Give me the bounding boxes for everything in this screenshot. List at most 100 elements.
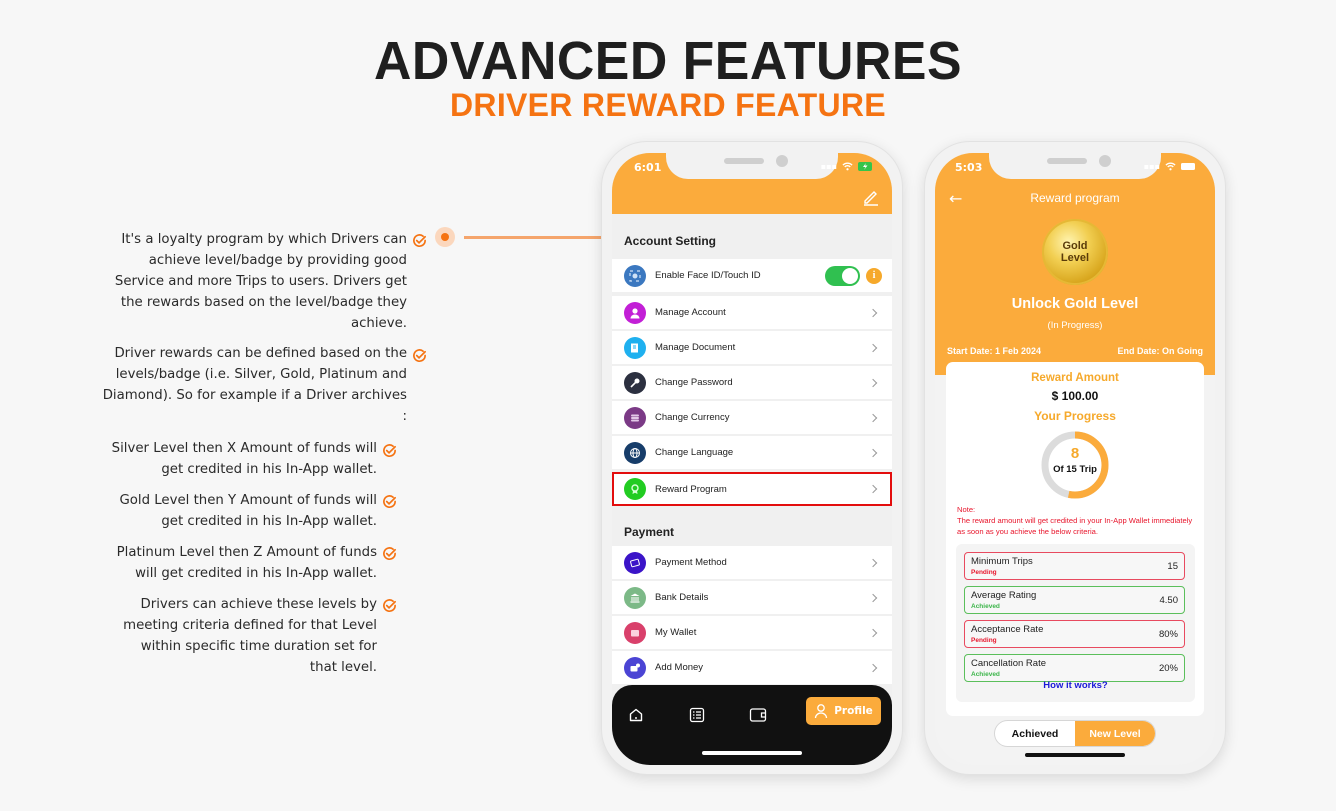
chevron-right-icon bbox=[868, 558, 878, 567]
chevron-right-icon bbox=[868, 343, 878, 352]
page-subtitle: DRIVER REWARD FEATURE bbox=[450, 87, 886, 123]
tab-new-level[interactable]: New Level bbox=[1075, 721, 1155, 746]
how-it-works-link[interactable]: How it works? bbox=[956, 680, 1195, 691]
add-money-icon bbox=[624, 656, 646, 679]
status-time: 5:03 bbox=[955, 161, 983, 174]
check-circle-icon bbox=[383, 547, 396, 560]
screen-title: Reward program bbox=[1030, 191, 1120, 205]
wallet-icon bbox=[624, 621, 646, 644]
currency-icon bbox=[624, 406, 646, 429]
wallet-icon[interactable] bbox=[749, 707, 767, 723]
wifi-icon bbox=[1165, 162, 1176, 171]
reward-card: Reward Amount $ 100.00 Your Progress 8 O… bbox=[946, 362, 1204, 716]
signal-icon: ▪▪▪ bbox=[820, 162, 837, 171]
criteria-value: 4.50 bbox=[1159, 595, 1179, 606]
gold-medal-badge: Gold Level bbox=[1042, 219, 1108, 285]
signal-icon: ▪▪▪ bbox=[1143, 162, 1160, 171]
criteria-status: Pending bbox=[971, 569, 997, 576]
wifi-icon bbox=[842, 162, 853, 171]
status-icons: ▪▪▪ bbox=[1144, 162, 1197, 171]
page-title: ADVANCED FEATURES bbox=[373, 31, 963, 91]
face-id-toggle[interactable] bbox=[825, 265, 860, 286]
settings-row-add-money[interactable]: Add Money bbox=[612, 651, 892, 684]
criteria-value: 15 bbox=[1167, 561, 1178, 572]
criteria-item: Average Rating Achieved 4.50 bbox=[964, 586, 1185, 614]
bank-icon bbox=[624, 586, 646, 609]
battery-icon bbox=[1181, 163, 1195, 170]
face-id-icon bbox=[624, 264, 646, 287]
globe-icon bbox=[624, 441, 646, 464]
feature-text: Driver rewards can be defined based on t… bbox=[102, 346, 407, 424]
chevron-right-icon bbox=[868, 448, 878, 457]
settings-row-label: Add Money bbox=[655, 662, 704, 673]
end-date: End Date: On Going bbox=[1117, 346, 1204, 356]
start-date: Start Date: 1 Feb 2024 bbox=[947, 346, 1042, 356]
settings-row-change-password[interactable]: Change Password bbox=[612, 366, 892, 399]
settings-row-label: Manage Account bbox=[655, 307, 726, 318]
tab-achieved[interactable]: Achieved bbox=[995, 721, 1075, 746]
card-icon bbox=[624, 551, 646, 574]
check-circle-icon bbox=[383, 444, 396, 457]
medal-text: Gold bbox=[1062, 240, 1088, 252]
connector-line bbox=[464, 236, 602, 239]
settings-row-change-language[interactable]: Change Language bbox=[612, 436, 892, 469]
reward-amount-label: Reward Amount bbox=[1031, 372, 1119, 384]
settings-row-label: Reward Program bbox=[655, 483, 727, 495]
bottom-nav: Profile bbox=[612, 685, 892, 765]
criteria-name: Minimum Trips bbox=[971, 556, 1033, 567]
settings-row-bank-details[interactable]: Bank Details bbox=[612, 581, 892, 614]
note-title: Note: bbox=[957, 505, 976, 514]
edit-icon[interactable] bbox=[862, 188, 880, 210]
chevron-right-icon bbox=[868, 593, 878, 602]
settings-row-label: Manage Document bbox=[655, 342, 736, 353]
chevron-right-icon bbox=[868, 378, 878, 387]
award-icon bbox=[624, 478, 646, 500]
battery-charging-icon bbox=[858, 162, 872, 171]
criteria-item: Minimum Trips Pending 15 bbox=[964, 552, 1185, 580]
settings-row-label: Change Currency bbox=[655, 412, 730, 423]
info-icon[interactable]: i bbox=[866, 267, 882, 284]
section-account-setting: Account Setting bbox=[624, 234, 716, 248]
profile-icon bbox=[815, 704, 828, 719]
level-tabs: Achieved New Level bbox=[994, 720, 1156, 747]
reward-amount-value: $ 100.00 bbox=[1051, 389, 1099, 403]
settings-row-manage-account[interactable]: Manage Account bbox=[612, 296, 892, 329]
feature-text: It's a loyalty program by which Drivers … bbox=[114, 232, 407, 331]
medal-text: Level bbox=[1060, 252, 1090, 264]
phone-notch bbox=[666, 153, 838, 179]
phone-reward: 5:03 ▪▪▪ ← Reward program Gold Level Unl… bbox=[924, 141, 1226, 775]
phone-settings: 6:01 ▪▪▪ Account Setting Enable Face ID/… bbox=[601, 141, 903, 775]
check-circle-icon bbox=[413, 234, 426, 247]
status-time: 6:01 bbox=[634, 161, 662, 174]
settings-row-label: Bank Details bbox=[655, 592, 709, 603]
settings-row-my-wallet[interactable]: My Wallet bbox=[612, 616, 892, 649]
phone-notch bbox=[989, 153, 1161, 179]
reward-screen: 5:03 ▪▪▪ ← Reward program Gold Level Unl… bbox=[935, 153, 1215, 765]
progress-label: Your Progress bbox=[1034, 409, 1116, 423]
settings-row-label: Enable Face ID/Touch ID bbox=[655, 270, 761, 281]
criteria-item: Acceptance Rate Pending 80% bbox=[964, 620, 1185, 648]
settings-row-change-currency[interactable]: Change Currency bbox=[612, 401, 892, 434]
chevron-right-icon bbox=[868, 413, 878, 422]
criteria-item: Cancellation Rate Achieved 20% bbox=[964, 654, 1185, 682]
progress-current: 8 bbox=[1070, 445, 1080, 462]
settings-row-reward-program[interactable]: Reward Program bbox=[612, 472, 892, 506]
criteria-panel: Minimum Trips Pending 15 Average Rating … bbox=[956, 544, 1195, 702]
settings-row-label: Change Password bbox=[655, 377, 733, 388]
checklist-icon[interactable] bbox=[689, 707, 705, 723]
chevron-right-icon bbox=[868, 308, 878, 317]
home-indicator bbox=[702, 751, 802, 755]
settings-row-manage-document[interactable]: Manage Document bbox=[612, 331, 892, 364]
settings-screen: 6:01 ▪▪▪ Account Setting Enable Face ID/… bbox=[612, 153, 892, 765]
chevron-right-icon bbox=[868, 663, 878, 672]
feature-text: Gold Level then Y Amount of funds will g… bbox=[119, 493, 377, 529]
home-icon[interactable] bbox=[628, 707, 644, 723]
settings-row-payment-method[interactable]: Payment Method bbox=[612, 546, 892, 579]
status-icons: ▪▪▪ bbox=[821, 162, 874, 171]
settings-row-label: Payment Method bbox=[655, 557, 727, 568]
criteria-name: Acceptance Rate bbox=[971, 624, 1044, 635]
nav-profile-button[interactable]: Profile bbox=[806, 697, 881, 725]
feature-text: Silver Level then X Amount of funds will… bbox=[111, 441, 377, 477]
criteria-name: Average Rating bbox=[971, 590, 1037, 601]
level-status: (In Progress) bbox=[1047, 320, 1103, 331]
